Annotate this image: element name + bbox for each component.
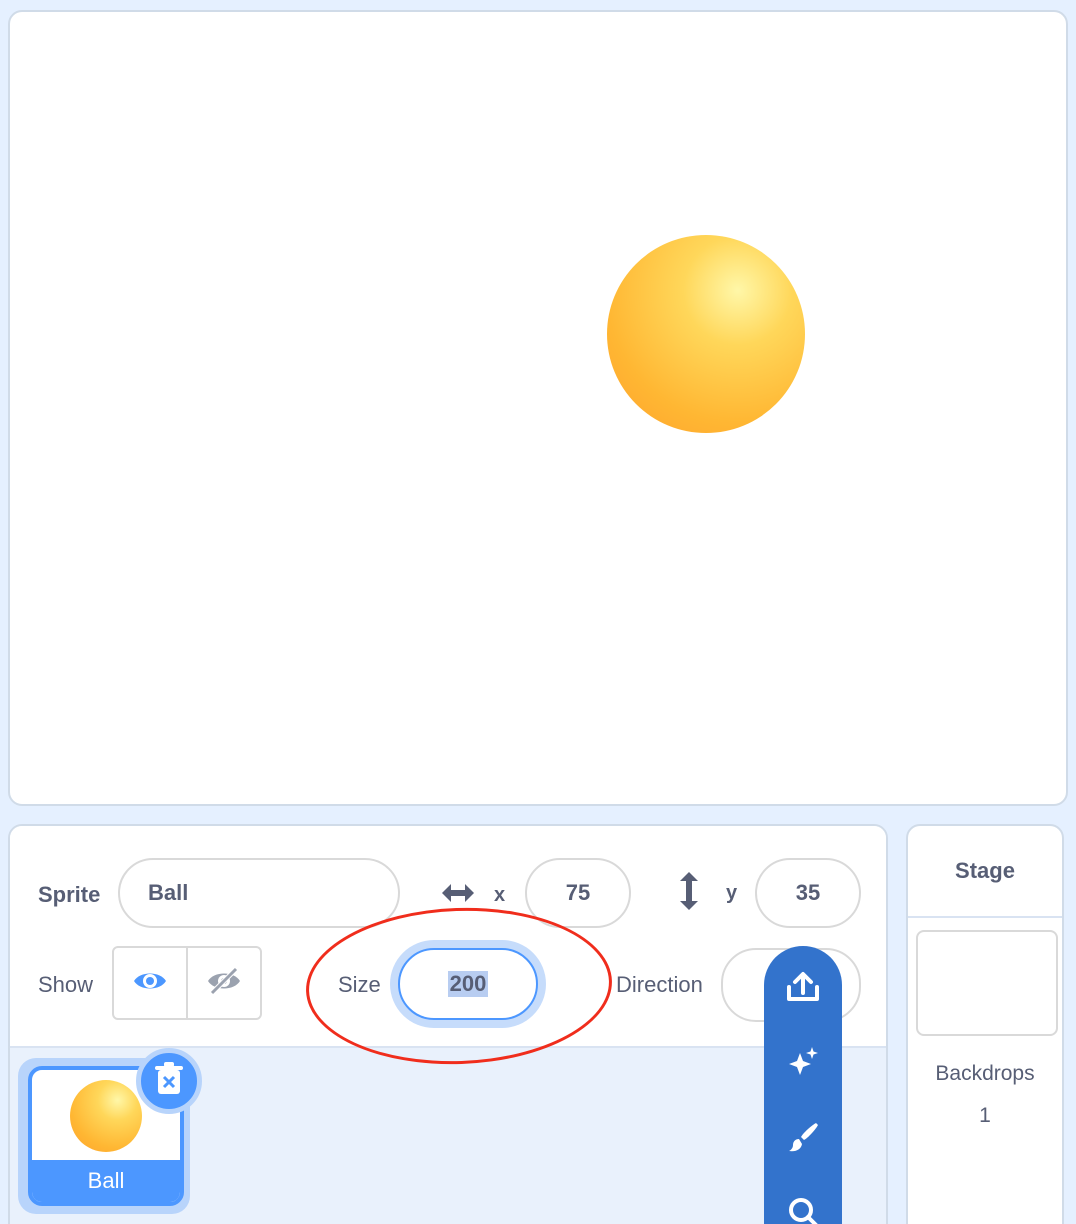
x-label: x xyxy=(494,884,506,906)
stage-title: Stage xyxy=(908,826,1062,918)
backdrops-label: Backdrops xyxy=(935,1062,1035,1085)
sprite-info-area: Sprite Ball x 75 y 35 Show Size 200 Dire… xyxy=(10,826,886,1048)
upload-sprite-button[interactable] xyxy=(781,968,825,1011)
size-value: 200 xyxy=(447,971,489,997)
stage-thumbnail[interactable] xyxy=(916,930,1058,1036)
add-sprite-menu xyxy=(764,946,842,1224)
y-input[interactable]: 35 xyxy=(755,858,861,928)
sprite-thumbnail-name: Ball xyxy=(32,1160,180,1202)
stage-panel[interactable]: Stage Backdrops 1 xyxy=(906,824,1064,1224)
size-label: Size xyxy=(338,972,381,997)
stage-canvas[interactable] xyxy=(8,10,1068,806)
y-value: 35 xyxy=(795,880,821,905)
backdrops-count: 1 xyxy=(979,1104,991,1127)
direction-label: Direction xyxy=(616,972,703,997)
vertical-arrows-icon xyxy=(674,870,704,917)
sparkle-icon xyxy=(786,1045,820,1084)
search-icon xyxy=(786,1195,820,1224)
choose-sprite-button[interactable] xyxy=(781,1193,825,1224)
horizontal-arrows-icon xyxy=(440,878,476,913)
upload-icon xyxy=(785,971,821,1008)
x-input[interactable]: 75 xyxy=(525,858,631,928)
sprite-name-input[interactable]: Ball xyxy=(118,858,400,928)
x-value: 75 xyxy=(565,880,591,905)
visibility-toggle xyxy=(112,946,262,1020)
delete-sprite-button[interactable] xyxy=(136,1048,202,1114)
ball-sprite[interactable] xyxy=(607,235,805,433)
sprite-thumbnail-image xyxy=(70,1080,142,1152)
paint-sprite-button[interactable] xyxy=(781,1118,825,1161)
paintbrush-icon xyxy=(786,1120,820,1159)
surprise-sprite-button[interactable] xyxy=(781,1043,825,1086)
sprite-label: Sprite xyxy=(38,882,101,907)
y-label: y xyxy=(726,882,738,904)
show-label: Show xyxy=(38,972,94,997)
eye-icon xyxy=(133,969,167,998)
trash-icon xyxy=(154,1061,184,1101)
size-input[interactable]: 200 xyxy=(398,948,538,1020)
sprite-name-value: Ball xyxy=(148,880,189,905)
hide-button[interactable] xyxy=(186,948,260,1018)
show-button[interactable] xyxy=(114,948,186,1018)
eye-slash-icon xyxy=(207,966,241,1000)
